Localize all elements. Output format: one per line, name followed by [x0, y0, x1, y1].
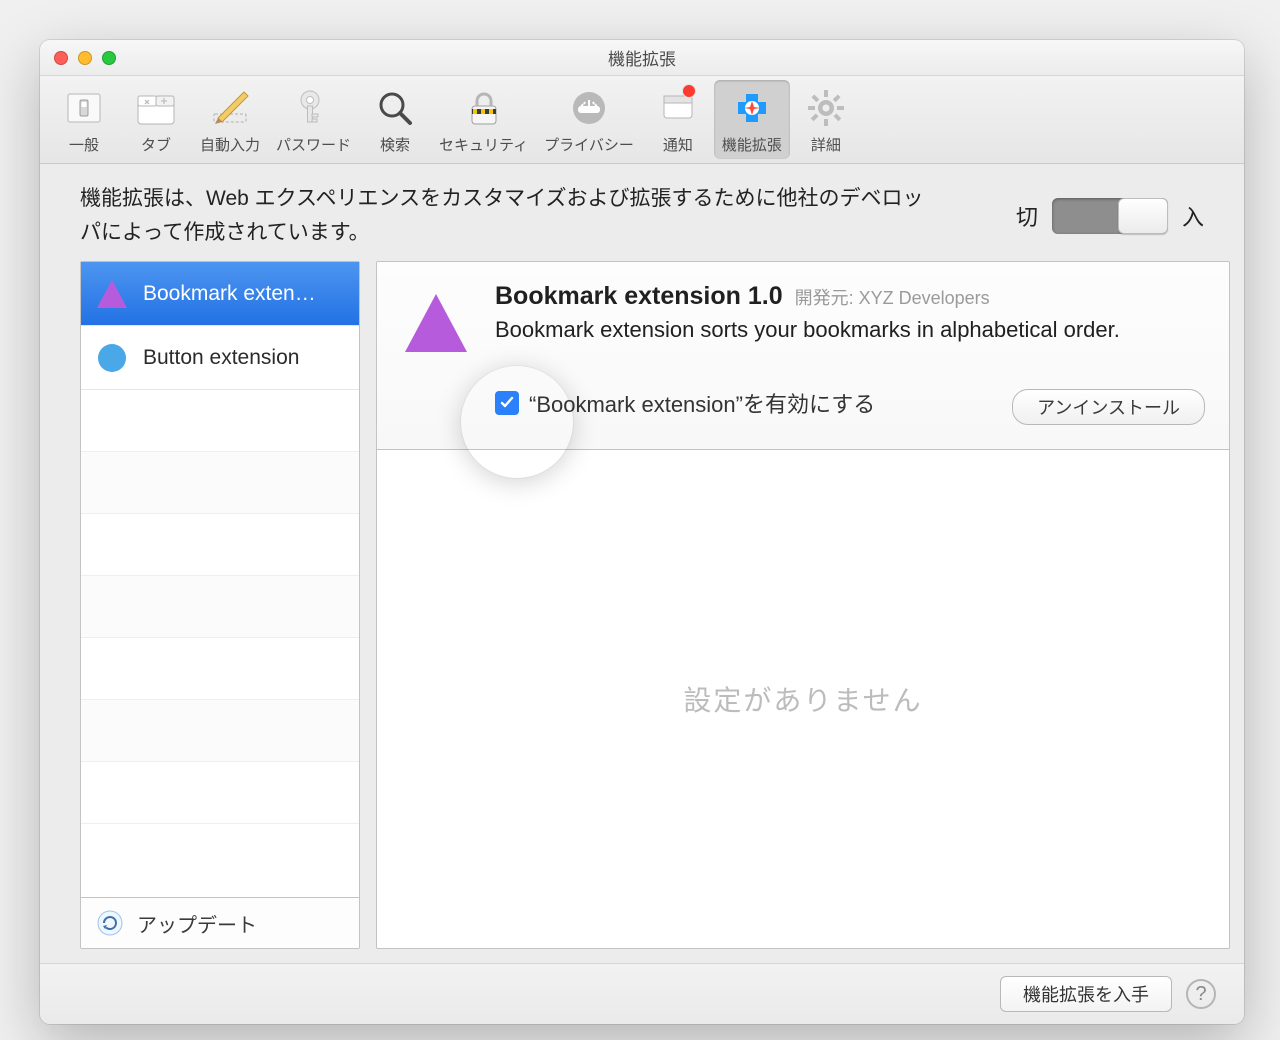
window-title: 機能拡張 [40, 45, 1244, 70]
update-icon [95, 908, 125, 938]
no-settings-text: 設定がありません [683, 679, 922, 719]
tab-notifications[interactable]: 通知 [642, 80, 714, 159]
sidebar-item-bookmark-extension[interactable]: Bookmark exten… [81, 262, 359, 326]
extensions-icon [730, 86, 774, 130]
titlebar: 機能拡張 [40, 40, 1244, 76]
extensions-master-switch: 切 入 [1016, 198, 1204, 234]
tab-security[interactable]: セキュリティ [431, 80, 536, 159]
tab-general[interactable]: 一般 [48, 80, 120, 159]
extension-detail: Bookmark extension 1.0 開発元: XYZ Develope… [376, 261, 1230, 949]
tab-advanced[interactable]: 詳細 [790, 80, 862, 159]
switch-on-label: 入 [1182, 200, 1204, 232]
privacy-icon [567, 86, 611, 130]
intro-text: 機能拡張は、Web エクスペリエンスをカスタマイズおよび拡張するために他社のデベ… [80, 182, 940, 249]
sidebar-item-label: Button extension [143, 346, 299, 370]
toggle-knob [1118, 198, 1168, 234]
lock-icon [462, 86, 506, 130]
extension-big-icon [401, 288, 471, 358]
preferences-window: 機能拡張 一般 タブ [40, 40, 1244, 1024]
general-icon [62, 86, 106, 130]
check-icon [499, 395, 515, 411]
detail-header: Bookmark extension 1.0 開発元: XYZ Develope… [377, 262, 1229, 450]
gear-icon [804, 86, 848, 130]
intro-row: 機能拡張は、Web エクスペリエンスをカスタマイズおよび拡張するために他社のデベ… [40, 164, 1244, 261]
footer: 機能拡張を入手 ? [40, 963, 1244, 1024]
sidebar-empty-row [81, 700, 359, 762]
detail-developer: 開発元: XYZ Developers [795, 284, 990, 310]
tab-autofill[interactable]: 自動入力 [192, 80, 268, 159]
key-icon [292, 86, 336, 130]
tab-passwords[interactable]: パスワード [268, 80, 359, 159]
autofill-icon [208, 86, 252, 130]
sidebar-empty-row [81, 638, 359, 700]
extensions-sidebar: Bookmark exten… Button extension [80, 261, 360, 949]
sidebar-item-button-extension[interactable]: Button extension [81, 326, 359, 390]
sidebar-empty-row [81, 576, 359, 638]
switch-off-label: 切 [1016, 200, 1038, 232]
circle-icon [95, 341, 129, 375]
uninstall-button[interactable]: アンインストール [1012, 389, 1205, 425]
detail-body: 設定がありません [377, 450, 1229, 948]
sidebar-empty-row [81, 762, 359, 824]
sidebar-item-label: Bookmark exten… [143, 282, 316, 306]
detail-title: Bookmark extension 1.0 [495, 282, 783, 311]
enable-label: “Bookmark extension”を有効にする [529, 387, 875, 419]
detail-description: Bookmark extension sorts your bookmarks … [495, 317, 1205, 343]
get-extensions-button[interactable]: 機能拡張を入手 [1000, 976, 1172, 1012]
master-toggle[interactable] [1052, 198, 1168, 234]
tab-extensions[interactable]: 機能拡張 [714, 80, 790, 159]
update-label: アップデート [137, 909, 257, 938]
tab-search[interactable]: 検索 [359, 80, 431, 159]
triangle-icon [95, 277, 129, 311]
tab-tabs[interactable]: タブ [120, 80, 192, 159]
enable-checkbox[interactable] [495, 391, 519, 415]
tabs-icon [134, 86, 178, 130]
search-icon [373, 86, 417, 130]
sidebar-empty-row [81, 514, 359, 576]
sidebar-empty-row [81, 390, 359, 452]
tab-privacy[interactable]: プライバシー [536, 80, 642, 159]
notification-badge [682, 84, 696, 98]
update-button[interactable]: アップデート [81, 897, 359, 948]
help-button[interactable]: ? [1186, 979, 1216, 1009]
sidebar-empty-row [81, 452, 359, 514]
preferences-toolbar: 一般 タブ 自動入力 [40, 76, 1244, 164]
content-area: Bookmark exten… Button extension [40, 261, 1244, 963]
